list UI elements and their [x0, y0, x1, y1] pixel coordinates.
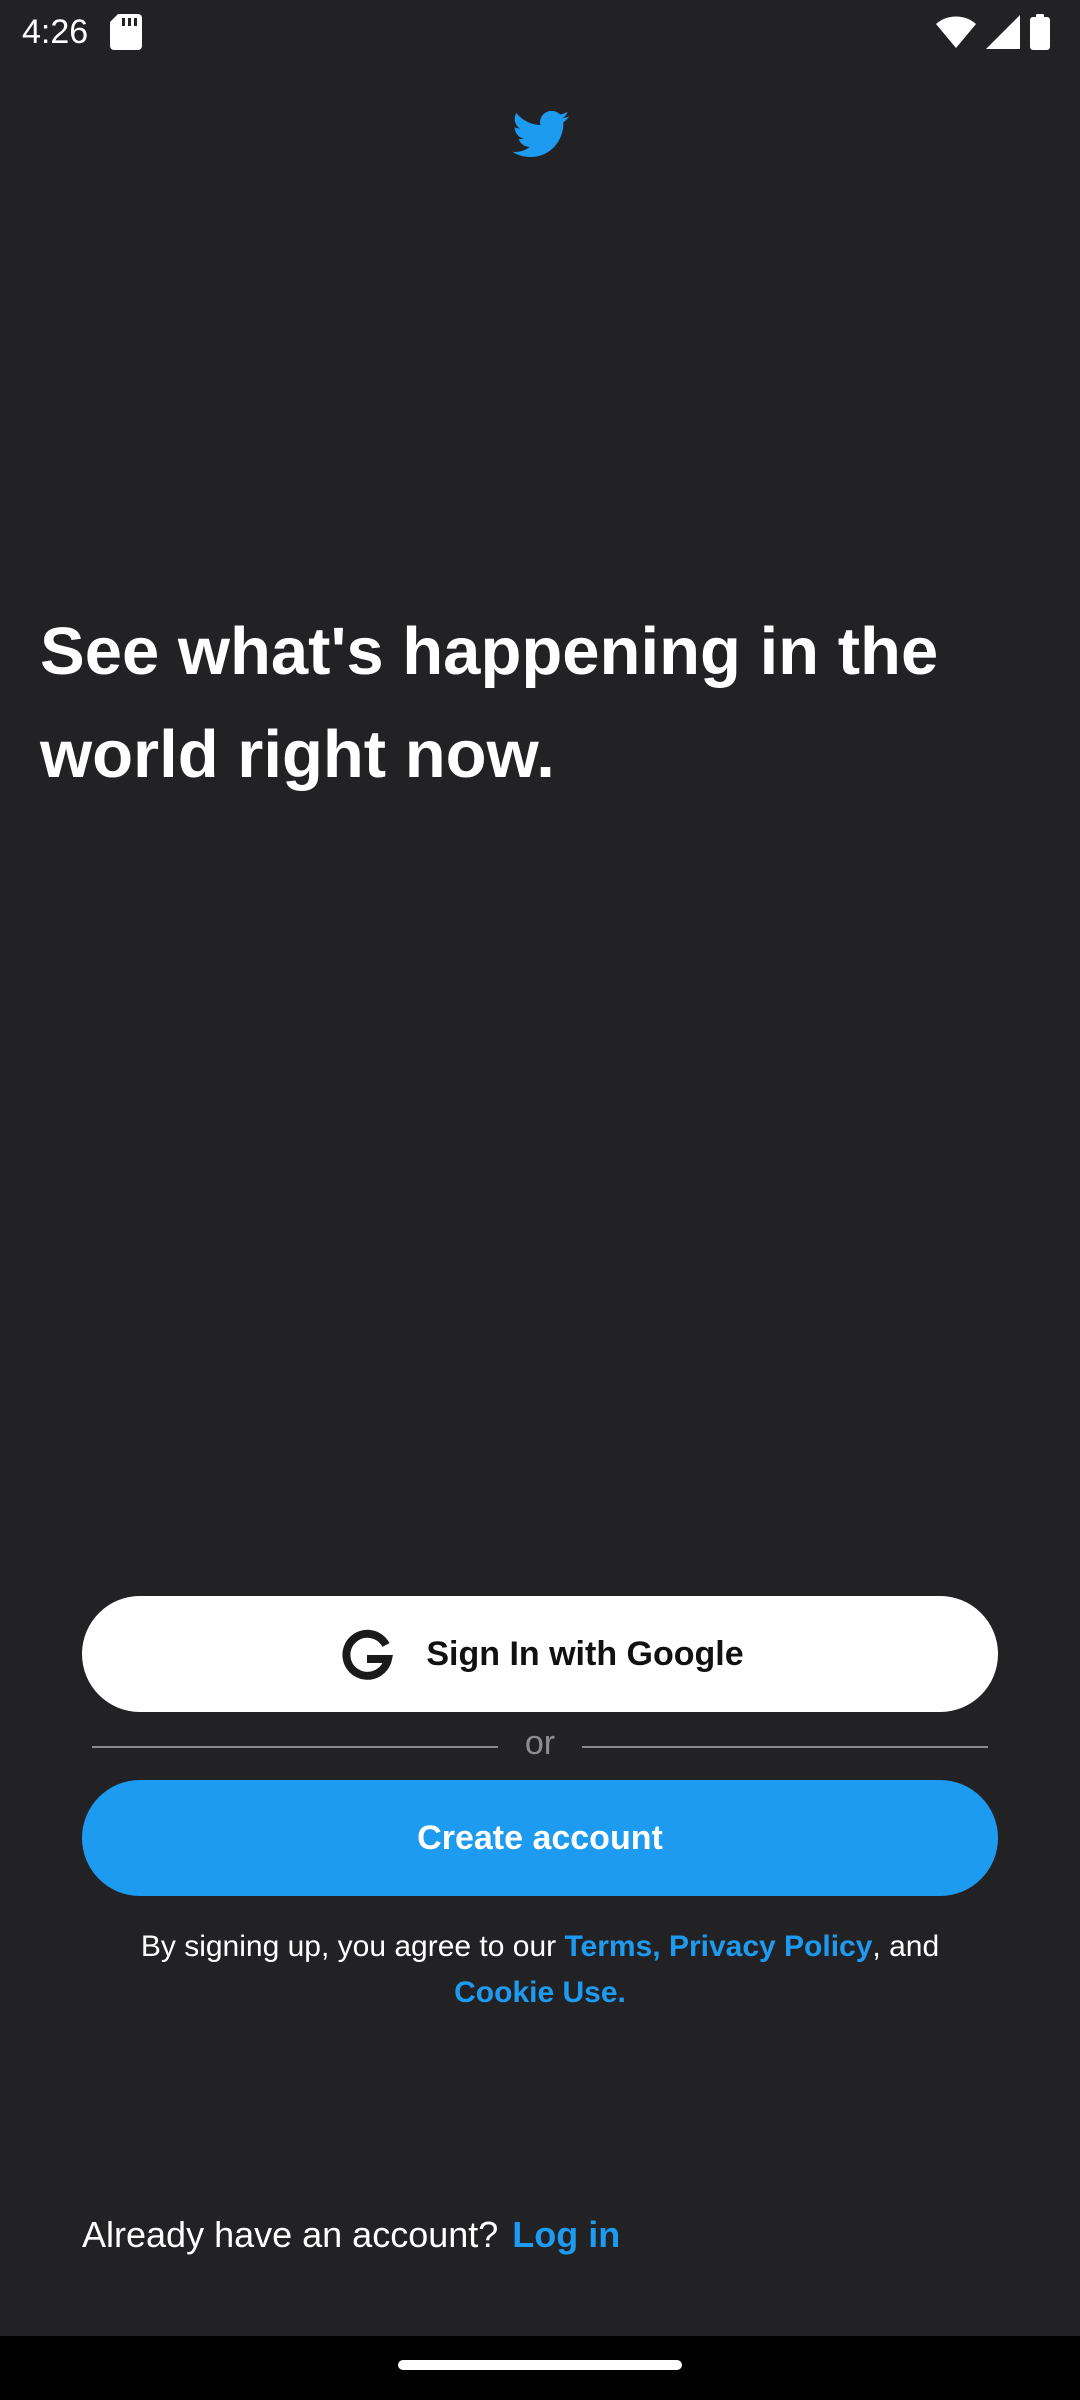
- create-account-label: Create account: [417, 1818, 663, 1857]
- or-divider: or: [92, 1720, 988, 1774]
- login-row: Already have an account? Log in: [82, 2210, 620, 2260]
- home-indicator[interactable]: [398, 2360, 682, 2370]
- create-account-button[interactable]: Create account: [82, 1780, 998, 1896]
- battery-icon: [1030, 14, 1050, 50]
- google-button-label: Sign In with Google: [426, 1634, 744, 1673]
- login-prompt: Already have an account?: [82, 2214, 499, 2255]
- sign-in-with-google-button[interactable]: Sign In with Google: [82, 1596, 998, 1712]
- status-icons: [936, 12, 1050, 52]
- terms-link[interactable]: Terms,: [564, 1930, 660, 1963]
- headline: See what's happening in the world right …: [40, 614, 939, 792]
- signal-icon: [986, 15, 1020, 49]
- sd-card-icon: [110, 14, 142, 50]
- wifi-icon: [936, 16, 976, 48]
- legal-space: [661, 1930, 669, 1963]
- google-g-icon: [342, 1629, 394, 1680]
- legal-and-text: , and: [872, 1930, 940, 1963]
- cookie-use-link[interactable]: Cookie Use.: [454, 1976, 626, 2009]
- privacy-policy-link[interactable]: Privacy Policy: [669, 1930, 872, 1963]
- legal-text: By signing up, you agree to our Terms, P…: [82, 1924, 998, 2016]
- divider-line-right: [582, 1746, 988, 1748]
- legal-prefix: By signing up, you agree to our: [140, 1930, 565, 1963]
- status-bar: 4:26: [0, 0, 1080, 64]
- log-in-link[interactable]: Log in: [512, 2214, 620, 2256]
- twitter-bird-icon: [512, 110, 570, 158]
- status-time: 4:26: [22, 13, 89, 51]
- divider-text: or: [524, 1724, 556, 1762]
